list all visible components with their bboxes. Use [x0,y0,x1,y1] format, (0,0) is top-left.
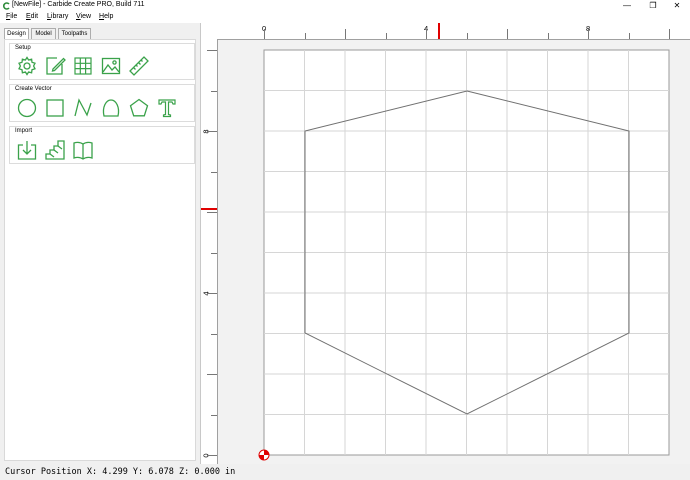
cursor-y-marker [201,208,217,210]
edit-document-button[interactable] [44,55,66,77]
draw-polygon-button[interactable] [128,97,150,119]
ruler-tick [207,374,217,375]
polyline-icon [74,98,92,117]
ruler-tick [628,33,630,39]
grid-button[interactable] [72,55,94,77]
ruler-tick [588,29,589,39]
measure-button[interactable] [128,55,150,77]
background-image-button[interactable] [100,55,122,77]
menu-bar: File Edit Library View Help [0,12,690,23]
cursor-x-marker [438,23,440,39]
ruler-tick [211,252,217,254]
job-setup-button[interactable] [16,55,38,77]
ruler-tick [211,171,217,173]
left-ruler: 8 4 0 [201,39,218,464]
ruler-tick [547,33,549,39]
setup-group: Setup [9,43,195,80]
rectangle-icon [46,99,64,117]
setup-group-label: Setup [15,45,31,51]
menu-file[interactable]: File [6,13,17,20]
ruler-tick [345,29,346,39]
app-logo-icon [3,2,10,10]
title-bar: [NewFile] - Carbide Create PRO, Build 71… [0,0,690,12]
menu-view[interactable]: View [76,13,91,20]
close-button[interactable]: ✕ [664,0,690,12]
ruler-tick [207,212,217,213]
ruler-corner [201,23,217,39]
stairs-icon [45,140,65,160]
import-icon [17,141,37,160]
image-icon [101,57,121,75]
create-vector-group: Create Vector [9,84,195,122]
menu-edit[interactable]: Edit [26,13,38,20]
menu-help[interactable]: Help [99,13,113,20]
ruler-tick [385,33,387,39]
draw-circle-button[interactable] [16,97,38,119]
grid-icon [74,57,92,75]
import-vectors-button[interactable] [16,139,38,161]
curve-icon [102,99,120,117]
canvas-drawing[interactable] [218,40,690,464]
menu-library[interactable]: Library [47,13,68,20]
window-title: [NewFile] - Carbide Create PRO, Build 71… [12,1,145,8]
library-button[interactable] [72,139,94,161]
ruler-tick [304,33,306,39]
import-model-button[interactable] [44,139,66,161]
ruler-tick [207,293,217,294]
ruler-tick [207,455,217,456]
design-panel: Design Model Toolpaths Setup Create Vect… [0,23,200,464]
draw-rectangle-button[interactable] [44,97,66,119]
ruler-tick [426,29,427,39]
minimize-button[interactable]: — [614,0,640,12]
design-canvas[interactable] [218,40,690,464]
draw-text-button[interactable] [156,97,178,119]
ruler-tick [669,29,670,39]
cursor-position-readout: Cursor Position X: 4.299 Y: 6.078 Z: 0.0… [5,467,236,477]
tab-model[interactable]: Model [31,28,56,39]
gear-icon [18,56,36,76]
restore-button[interactable]: ❐ [640,0,666,12]
ruler-tick [211,414,217,416]
ruler-tick [466,33,468,39]
draw-polyline-button[interactable] [72,97,94,119]
import-group: Import [9,126,195,164]
ruler-tick [507,29,508,39]
top-ruler: 0 4 8 [201,23,690,40]
origin-marker-icon [258,449,270,461]
tab-design[interactable]: Design [4,28,29,39]
design-tab-page: Setup Create Vector Import [4,39,196,461]
import-group-label: Import [15,128,33,134]
polygon-icon [129,98,149,117]
circle-icon [17,98,37,118]
edit-document-icon [46,57,66,75]
text-icon [158,99,176,118]
ruler-icon [129,56,149,76]
tab-toolpaths[interactable]: Toolpaths [58,28,91,39]
ruler-tick [264,29,265,39]
draw-curve-button[interactable] [100,97,122,119]
ruler-tick [207,131,217,132]
ruler-tick [211,333,217,335]
status-bar: Cursor Position X: 4.299 Y: 6.078 Z: 0.0… [0,464,690,480]
ruler-tick [207,50,217,51]
create-vector-group-label: Create Vector [15,86,52,92]
ruler-tick [211,90,217,92]
book-icon [73,141,93,160]
